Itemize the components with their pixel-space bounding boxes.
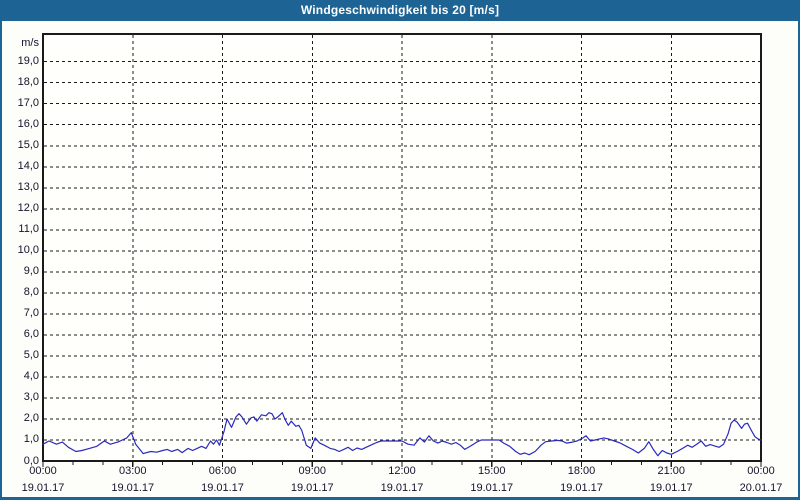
x-tick-time-label: 15:00	[477, 465, 506, 477]
y-tick-label: 2,0	[23, 412, 39, 425]
x-tick-date-label: 20.01.17	[739, 482, 783, 494]
x-tick-date-label: 19.01.17	[560, 482, 603, 494]
x-tick-date-label: 19.01.17	[201, 482, 244, 494]
y-tick-label: 10,0	[17, 244, 39, 257]
y-tick-label: 19,0	[17, 55, 39, 68]
y-tick-label: 5,0	[23, 349, 39, 362]
y-tick-label: 18,0	[17, 76, 39, 89]
y-tick-label: 12,0	[17, 202, 39, 215]
x-tick-date-label: 19.01.17	[290, 482, 334, 494]
y-tick-label: 17,0	[17, 97, 39, 110]
y-tick-label: 8,0	[23, 286, 39, 299]
x-tick-date-label: 19.01.17	[470, 482, 514, 494]
x-tick-date-label: 19.01.17	[380, 482, 424, 494]
y-tick-label: 9,0	[23, 265, 39, 278]
y-tick-label: 16,0	[17, 118, 39, 131]
y-tick-label: 7,0	[23, 307, 39, 320]
y-tick-label: 14,0	[17, 160, 39, 173]
x-tick-time-label: 03:00	[118, 465, 147, 477]
x-tick-time-label: 00:00	[29, 465, 57, 477]
chart-window: Windgeschwindigkeit bis 20 [m/s] m/s 0,0 1…	[0, 0, 800, 500]
y-tick-label: 3,0	[23, 391, 39, 404]
x-tick-time-label: 00:00	[747, 465, 775, 477]
y-tick-label: 6,0	[23, 328, 39, 341]
wind-speed-line-chart	[42, 33, 762, 467]
x-tick-date-label: 19.01.17	[21, 482, 65, 494]
y-axis-unit-label: m/s	[21, 37, 39, 49]
y-tick-label: 1,0	[23, 433, 39, 446]
x-tick-time-label: 18:00	[567, 465, 596, 477]
y-tick-label: 11,0	[18, 223, 39, 236]
x-tick-time-label: 12:00	[388, 465, 416, 477]
y-tick-label: 15,0	[17, 139, 39, 152]
x-tick-time-label: 09:00	[298, 465, 327, 477]
page: { "title_bar": { "title": "Windgeschwind…	[0, 0, 800, 500]
y-tick-label: 4,0	[23, 370, 39, 383]
x-tick-date-label: 19.01.17	[649, 482, 693, 494]
y-tick-label: 13,0	[17, 181, 39, 194]
x-tick-date-label: 19.01.17	[111, 482, 155, 494]
x-tick-time-label: 06:00	[208, 465, 237, 477]
x-tick-time-label: 21:00	[657, 465, 686, 477]
